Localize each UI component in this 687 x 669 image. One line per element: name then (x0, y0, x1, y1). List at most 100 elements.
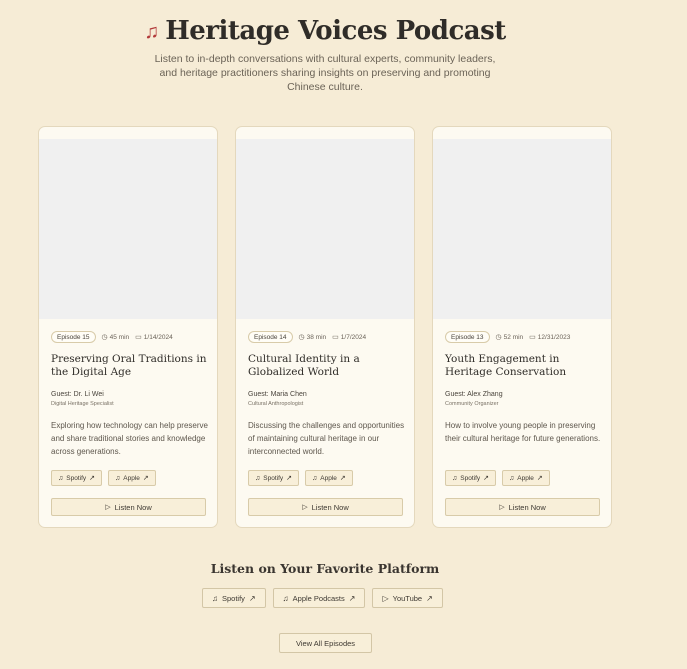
episode-image-placeholder (236, 139, 414, 319)
date-text: 1/14/2024 (143, 333, 173, 341)
guest-role: Cultural Anthropologist (248, 401, 304, 407)
date: ▭ 1/14/2024 (135, 333, 173, 342)
episode-badge: Episode 15 (51, 331, 96, 343)
listen-now-button[interactable]: ▷ Listen Now (445, 498, 600, 516)
episode-card: Episode 15 ◷ 45 min ▭ 1/14/2024 Preservi… (38, 126, 218, 528)
music-note-icon: ♫ (58, 474, 64, 482)
page-title: Heritage Voices Podcast (165, 16, 506, 46)
platform-buttons: ♫ Spotify ↗ ♫ Apple ↗ (445, 470, 550, 486)
episode-card: Episode 14 ◷ 38 min ▭ 1/7/2024 Cultural … (235, 126, 415, 528)
view-all-episodes-button[interactable]: View All Episodes (279, 633, 372, 653)
spotify-button[interactable]: ♫ Spotify ↗ (445, 470, 496, 486)
duration-text: 52 min (503, 333, 524, 341)
platforms-section: Listen on Your Favorite Platform (0, 561, 650, 576)
music-note-icon: ♫ (312, 474, 318, 482)
episode-image-placeholder (39, 139, 217, 319)
spotify-link[interactable]: ♫ Spotify ↗ (202, 588, 266, 608)
spotify-link-label: Spotify (222, 593, 245, 603)
clock-icon: ◷ (101, 334, 108, 341)
apple-button[interactable]: ♫ Apple ↗ (305, 470, 353, 486)
duration-text: 38 min (306, 333, 327, 341)
clock-icon: ◷ (495, 334, 502, 341)
listen-now-label: Listen Now (311, 502, 349, 512)
page-header: ♫ Heritage Voices Podcast Listen to in-d… (0, 16, 650, 94)
play-icon: ▷ (105, 504, 111, 511)
apple-label: Apple (320, 474, 337, 482)
episode-description: Exploring how technology can help preser… (51, 421, 208, 456)
episode-guest: Guest: Dr. Li Wei (51, 391, 104, 398)
date: ▭ 12/31/2023 (529, 333, 571, 342)
platform-buttons: ♫ Spotify ↗ ♫ Apple ↗ (51, 470, 156, 486)
play-icon: ▷ (302, 504, 308, 511)
episode-badge: Episode 14 (248, 331, 293, 343)
external-link-icon: ↗ (286, 475, 292, 482)
apple-button[interactable]: ♫ Apple ↗ (108, 470, 156, 486)
episode-title: Youth Engagement in Heritage Conservatio… (445, 353, 567, 378)
spotify-label: Spotify (460, 474, 481, 482)
apple-label: Apple (123, 474, 140, 482)
external-link-icon: ↗ (89, 475, 95, 482)
external-link-icon: ↗ (536, 475, 543, 482)
episode-title: Cultural Identity in a Globalized World (248, 353, 360, 378)
play-icon: ▷ (499, 504, 505, 511)
listen-now-button[interactable]: ▷ Listen Now (51, 498, 206, 516)
episode-meta: Episode 13 ◷ 52 min ▭ 12/31/2023 (445, 331, 570, 343)
music-note-icon: ♫ (509, 474, 515, 482)
listen-now-button[interactable]: ▷ Listen Now (248, 498, 403, 516)
external-link-icon: ↗ (339, 475, 346, 482)
spotify-label: Spotify (66, 474, 87, 482)
episode-badge: Episode 13 (445, 331, 490, 343)
music-note-icon: ♫ (255, 474, 261, 482)
episode-image-placeholder (433, 139, 611, 319)
episode-card: Episode 13 ◷ 52 min ▭ 12/31/2023 Youth E… (432, 126, 612, 528)
episode-meta: Episode 14 ◷ 38 min ▭ 1/7/2024 (248, 331, 366, 343)
guest-role: Community Organizer (445, 401, 499, 407)
listen-now-label: Listen Now (114, 502, 152, 512)
spotify-button[interactable]: ♫ Spotify ↗ (51, 470, 102, 486)
page-subtitle: Listen to in-depth conversations with cu… (154, 53, 496, 93)
duration: ◷ 45 min (101, 333, 130, 342)
episode-guest: Guest: Alex Zhang (445, 391, 503, 398)
youtube-link[interactable]: ▷ YouTube ↗ (372, 588, 443, 608)
music-note-icon: ♫ (115, 474, 121, 482)
platform-buttons: ♫ Spotify ↗ ♫ Apple ↗ (248, 470, 353, 486)
platforms-heading: Listen on Your Favorite Platform (210, 561, 440, 576)
episode-description: Discussing the challenges and opportunit… (248, 421, 405, 456)
episode-cards: Episode 15 ◷ 45 min ▭ 1/14/2024 Preservi… (38, 126, 612, 528)
episode-description: How to involve young people in preservin… (445, 421, 601, 443)
calendar-icon: ▭ (529, 334, 536, 341)
date: ▭ 1/7/2024 (332, 333, 367, 342)
date-text: 12/31/2023 (537, 333, 571, 341)
music-note-icon: ♫ (144, 21, 160, 43)
episode-title: Preserving Oral Traditions in the Digita… (51, 353, 207, 378)
guest-role: Digital Heritage Specialist (51, 401, 114, 407)
duration: ◷ 38 min (298, 333, 327, 342)
duration: ◷ 52 min (495, 333, 524, 342)
date-text: 1/7/2024 (340, 333, 367, 341)
calendar-icon: ▭ (135, 334, 142, 341)
external-link-icon: ↗ (426, 593, 433, 603)
apple-label: Apple (517, 474, 534, 482)
duration-text: 45 min (109, 333, 130, 341)
music-note-icon: ♫ (212, 593, 218, 603)
title-row: ♫ Heritage Voices Podcast (0, 16, 650, 46)
calendar-icon: ▭ (332, 334, 339, 341)
episode-guest: Guest: Maria Chen (248, 391, 307, 398)
spotify-button[interactable]: ♫ Spotify ↗ (248, 470, 299, 486)
play-icon: ▷ (382, 593, 389, 603)
platform-links: ♫ Spotify ↗ ♫ Apple Podcasts ↗ ▷ YouTube… (202, 588, 443, 608)
external-link-icon: ↗ (142, 475, 149, 482)
external-link-icon: ↗ (248, 593, 256, 603)
apple-button[interactable]: ♫ Apple ↗ (502, 470, 550, 486)
music-note-icon: ♫ (282, 593, 289, 603)
apple-podcasts-link[interactable]: ♫ Apple Podcasts ↗ (272, 588, 366, 608)
clock-icon: ◷ (298, 334, 305, 341)
apple-podcasts-link-label: Apple Podcasts (292, 593, 345, 603)
external-link-icon: ↗ (483, 475, 489, 482)
listen-now-label: Listen Now (508, 502, 546, 512)
external-link-icon: ↗ (348, 593, 356, 603)
spotify-label: Spotify (263, 474, 284, 482)
music-note-icon: ♫ (452, 474, 458, 482)
episode-meta: Episode 15 ◷ 45 min ▭ 1/14/2024 (51, 331, 173, 343)
youtube-link-label: YouTube (392, 593, 423, 603)
